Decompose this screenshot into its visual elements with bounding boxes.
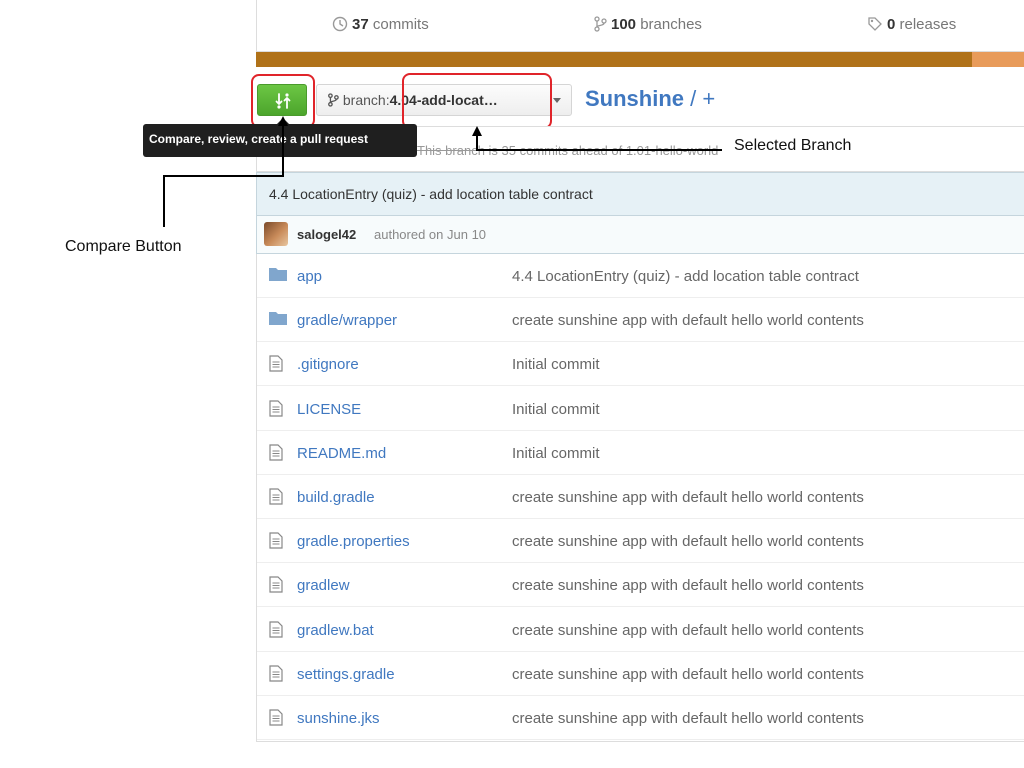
file-name-link[interactable]: sunshine.jks — [297, 710, 380, 727]
compare-tooltip: Compare, review, create a pull request — [143, 124, 417, 157]
file-row[interactable]: gradlew create sunshine app with default … — [257, 563, 1024, 608]
file-name-link[interactable]: gradlew.bat — [297, 622, 374, 639]
releases-label: releases — [899, 16, 957, 33]
file-name-link[interactable]: build.gradle — [297, 489, 375, 506]
file-icon — [269, 576, 283, 598]
file-icon — [269, 488, 283, 510]
file-icon — [269, 665, 283, 687]
language-bar-secondary — [972, 52, 1024, 67]
file-row[interactable]: LICENSE Initial commit — [257, 387, 1024, 431]
file-name-link[interactable]: README.md — [297, 445, 386, 462]
file-name-link[interactable]: gradle.properties — [297, 533, 410, 550]
chevron-down-icon — [553, 98, 561, 103]
file-name-link[interactable]: LICENSE — [297, 401, 361, 418]
branch-icon — [594, 16, 607, 32]
file-icon — [269, 532, 283, 554]
history-icon — [332, 16, 348, 32]
file-icon — [269, 355, 283, 377]
file-commit-message[interactable]: create sunshine app with default hello w… — [512, 533, 864, 550]
path-separator: / — [684, 86, 703, 111]
branch-pointer-line — [476, 149, 722, 151]
compare-pointer-line — [163, 175, 165, 227]
file-row[interactable]: README.md Initial commit — [257, 431, 1024, 475]
commits-count: 37 — [352, 16, 369, 33]
branches-link[interactable]: 100 branches — [593, 16, 702, 33]
language-bar — [256, 52, 1024, 67]
file-name-link[interactable]: gradle/wrapper — [297, 312, 397, 329]
compare-pointer-arrow — [278, 116, 288, 126]
file-commit-message[interactable]: create sunshine app with default hello w… — [512, 710, 864, 727]
commits-link[interactable]: 37 commits — [332, 16, 429, 33]
avatar[interactable] — [264, 222, 288, 246]
file-row[interactable]: settings.gradle create sunshine app with … — [257, 652, 1024, 696]
file-table: app 4.4 LocationEntry (quiz) - add locati… — [256, 254, 1024, 742]
compare-pointer-line — [163, 175, 284, 177]
file-commit-message[interactable]: create sunshine app with default hello w… — [512, 666, 864, 683]
commit-message[interactable]: 4.4 LocationEntry (quiz) - add location … — [269, 186, 593, 202]
breadcrumb: Sunshine / + — [585, 86, 715, 112]
branch-highlight-box — [402, 73, 552, 129]
tag-icon — [868, 17, 882, 31]
file-row[interactable]: build.gradle create sunshine app with def… — [257, 475, 1024, 519]
add-file-button[interactable]: + — [702, 86, 715, 111]
folder-icon — [269, 267, 287, 286]
branches-label: branches — [640, 16, 702, 33]
branches-count: 100 — [611, 16, 637, 33]
file-commit-message[interactable]: Initial commit — [512, 356, 600, 373]
commit-date: authored on Jun 10 — [374, 227, 487, 242]
releases-count: 0 — [887, 16, 896, 33]
file-commit-message[interactable]: Initial commit — [512, 401, 600, 418]
repo-name-link[interactable]: Sunshine — [585, 86, 684, 111]
file-icon — [269, 709, 283, 731]
file-commit-message[interactable]: create sunshine app with default hello w… — [512, 312, 864, 329]
file-row[interactable]: sunshine.jks create sunshine app with def… — [257, 696, 1024, 740]
commit-author[interactable]: salogel42 — [297, 227, 356, 242]
compare-button-annotation: Compare Button — [65, 238, 182, 255]
file-row[interactable]: gradle/wrapper create sunshine app with d… — [257, 298, 1024, 343]
file-commit-message[interactable]: create sunshine app with default hello w… — [512, 577, 864, 594]
file-commit-message[interactable]: create sunshine app with default hello w… — [512, 622, 864, 639]
file-name-link[interactable]: gradlew — [297, 577, 350, 594]
releases-link[interactable]: 0 releases — [867, 16, 956, 33]
file-commit-message[interactable]: 4.4 LocationEntry (quiz) - add location … — [512, 268, 859, 285]
file-commit-message[interactable]: create sunshine app with default hello w… — [512, 489, 864, 506]
latest-commit-message-bar: 4.4 LocationEntry (quiz) - add location … — [256, 172, 1024, 216]
file-row[interactable]: gradle.properties create sunshine app wit… — [257, 519, 1024, 564]
file-icon — [269, 444, 283, 466]
selected-branch-annotation: Selected Branch — [734, 137, 852, 154]
branch-prefix: branch: — [342, 92, 390, 108]
compare-pointer-line — [282, 122, 284, 176]
file-row[interactable]: .gitignore Initial commit — [257, 342, 1024, 387]
branch-icon — [328, 93, 339, 107]
folder-icon — [269, 311, 287, 330]
commit-meta: salogel42 authored on Jun 10 — [256, 216, 1024, 254]
file-icon — [269, 399, 283, 422]
file-row[interactable]: gradlew.bat create sunshine app with defa… — [257, 608, 1024, 652]
file-row[interactable]: app 4.4 LocationEntry (quiz) - add locati… — [257, 254, 1024, 298]
file-name-link[interactable]: .gitignore — [297, 356, 359, 373]
commits-label: commits — [372, 16, 429, 33]
file-name-link[interactable]: app — [297, 268, 322, 285]
file-name-link[interactable]: settings.gradle — [297, 666, 395, 683]
repo-stats-bar: 37 commits 100 branches 0 releases — [256, 0, 1024, 52]
branch-pointer-arrow — [472, 126, 482, 136]
file-commit-message[interactable]: Initial commit — [512, 445, 600, 462]
file-icon — [269, 620, 283, 643]
